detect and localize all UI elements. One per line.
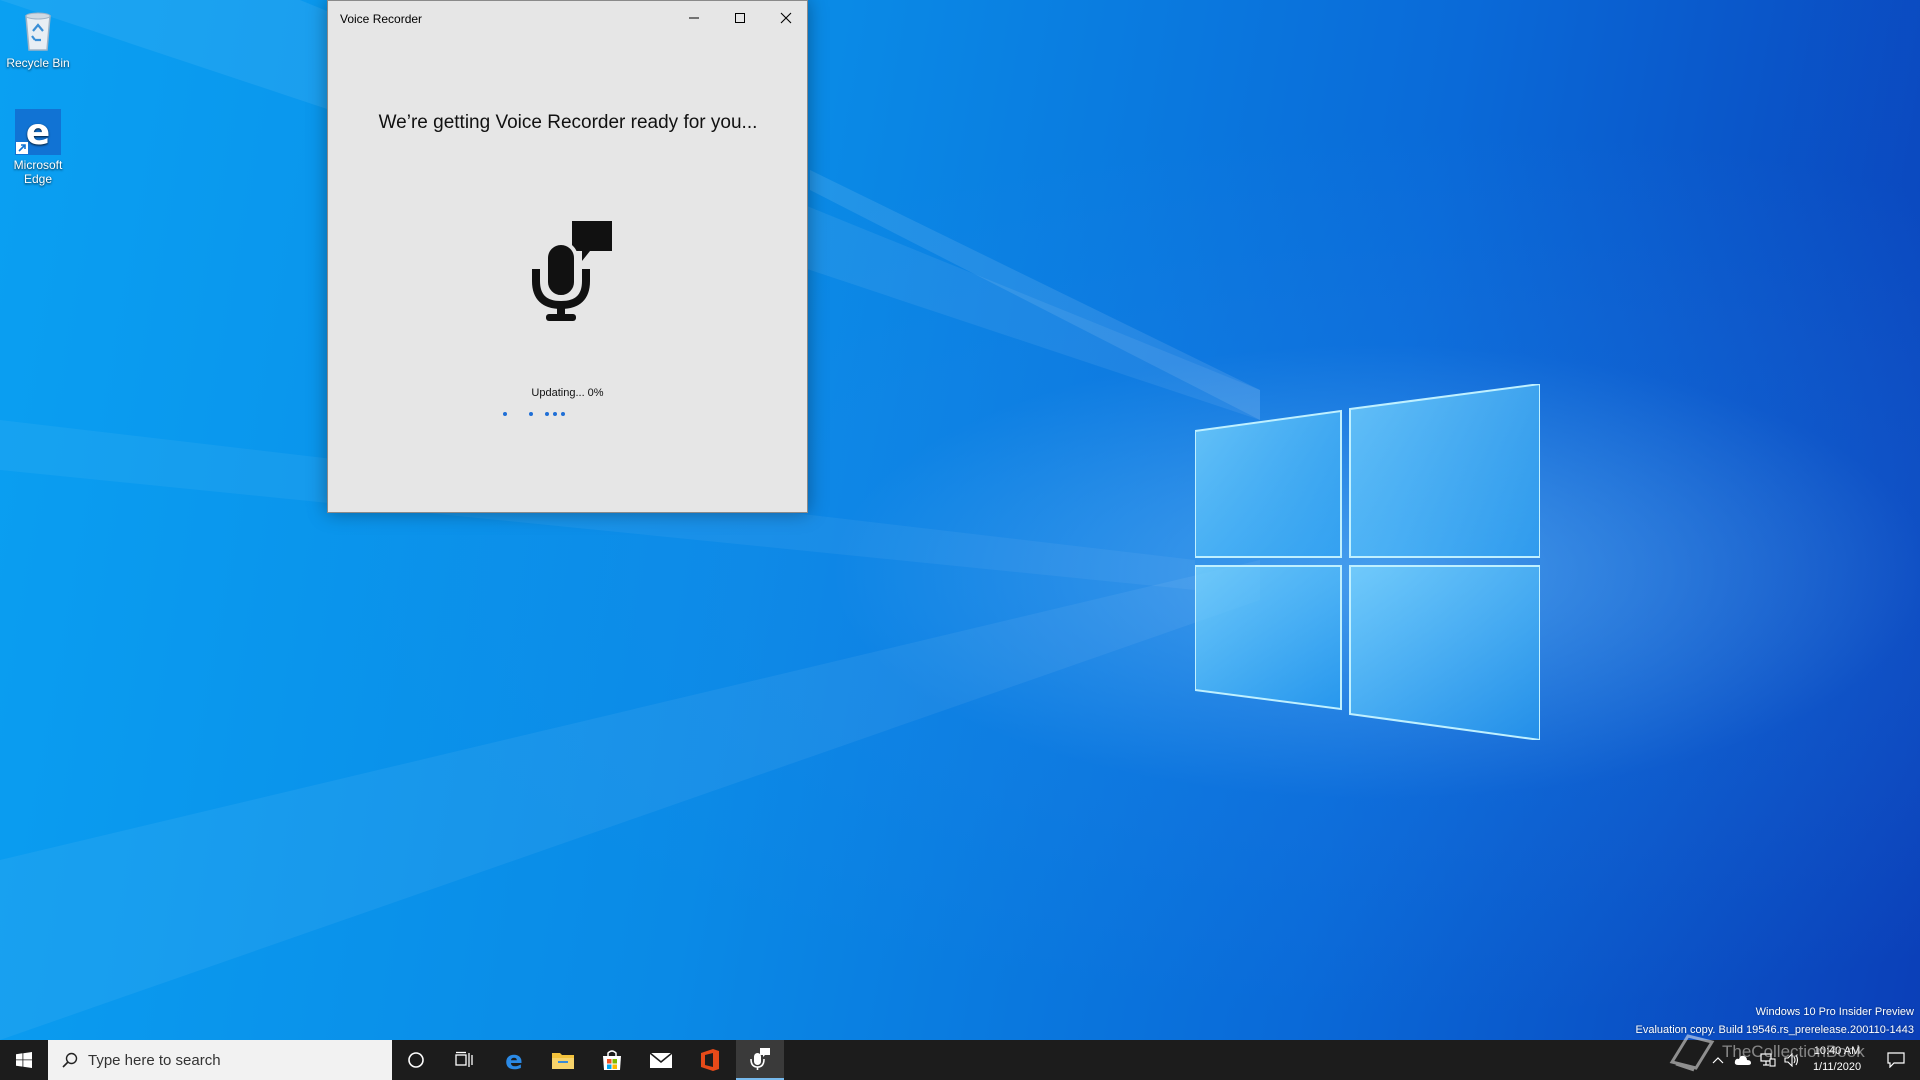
file-explorer-icon xyxy=(552,1053,574,1069)
taskbar-edge-button[interactable]: e xyxy=(490,1040,538,1080)
maximize-button[interactable] xyxy=(717,1,763,35)
edge-icon: e xyxy=(14,108,62,156)
loading-heading: We’re getting Voice Recorder ready for y… xyxy=(378,112,758,133)
taskbar-office-button[interactable] xyxy=(686,1040,734,1080)
book-logo-icon xyxy=(1669,1034,1715,1072)
window-title: Voice Recorder xyxy=(340,12,423,26)
recycle-bin-label: Recycle Bin xyxy=(6,56,70,70)
search-box[interactable] xyxy=(48,1040,392,1080)
update-status: Updating... 0% xyxy=(531,387,604,399)
desktop-icon-recycle-bin[interactable]: Recycle Bin xyxy=(2,6,74,70)
windows-logo xyxy=(1195,384,1540,740)
progress-dot xyxy=(529,412,533,416)
progress-dot xyxy=(553,412,557,416)
edge-label-line2: Edge xyxy=(23,172,53,186)
voice-recorder-app-icon xyxy=(526,219,616,323)
svg-text:e: e xyxy=(26,112,50,153)
recycle-bin-icon xyxy=(14,6,62,54)
close-icon xyxy=(780,12,792,24)
progress-dot xyxy=(545,412,549,416)
task-view-icon xyxy=(455,1051,473,1067)
store-icon xyxy=(603,1050,621,1070)
build-watermark-line1: Windows 10 Pro Insider Preview xyxy=(1755,1006,1914,1018)
maximize-icon xyxy=(735,13,745,23)
title-bar[interactable]: Voice Recorder xyxy=(328,1,807,35)
voice-recorder-icon xyxy=(750,1048,770,1070)
brand-watermark: TheCollectionBook xyxy=(1668,1030,1898,1074)
progress-dot xyxy=(503,412,507,416)
taskbar-store-button[interactable] xyxy=(588,1040,636,1080)
brand-watermark-text: TheCollectionBook xyxy=(1722,1042,1865,1061)
minimize-button[interactable] xyxy=(671,1,717,35)
office-icon xyxy=(701,1049,719,1071)
edge-label-line1: Microsoft xyxy=(13,158,63,172)
taskbar: e xyxy=(0,1040,1920,1080)
search-icon xyxy=(62,1052,78,1068)
progress-dot xyxy=(561,412,565,416)
taskbar-voice-recorder-button[interactable] xyxy=(736,1040,784,1080)
minimize-icon xyxy=(689,17,699,19)
taskbar-file-explorer-button[interactable] xyxy=(539,1040,587,1080)
search-input[interactable] xyxy=(86,1050,370,1070)
task-view-button[interactable] xyxy=(440,1040,488,1080)
start-icon xyxy=(16,1052,32,1068)
taskbar-mail-button[interactable] xyxy=(637,1040,685,1080)
cortana-icon xyxy=(408,1052,424,1068)
edge-icon: e xyxy=(505,1048,523,1072)
desktop-icon-microsoft-edge[interactable]: e Microsoft Edge xyxy=(2,108,74,186)
desktop-background: Recycle Bin e Microsoft Edge Windows 10 … xyxy=(0,0,1920,1040)
voice-recorder-window[interactable]: Voice Recorder We’re getting Voice Recor… xyxy=(327,0,808,513)
mail-icon xyxy=(649,1052,673,1068)
wallpaper-light-beams xyxy=(0,0,1260,1040)
svg-text:e: e xyxy=(505,1048,523,1072)
close-button[interactable] xyxy=(763,1,809,35)
cortana-button[interactable] xyxy=(392,1040,440,1080)
start-button[interactable] xyxy=(0,1040,48,1080)
